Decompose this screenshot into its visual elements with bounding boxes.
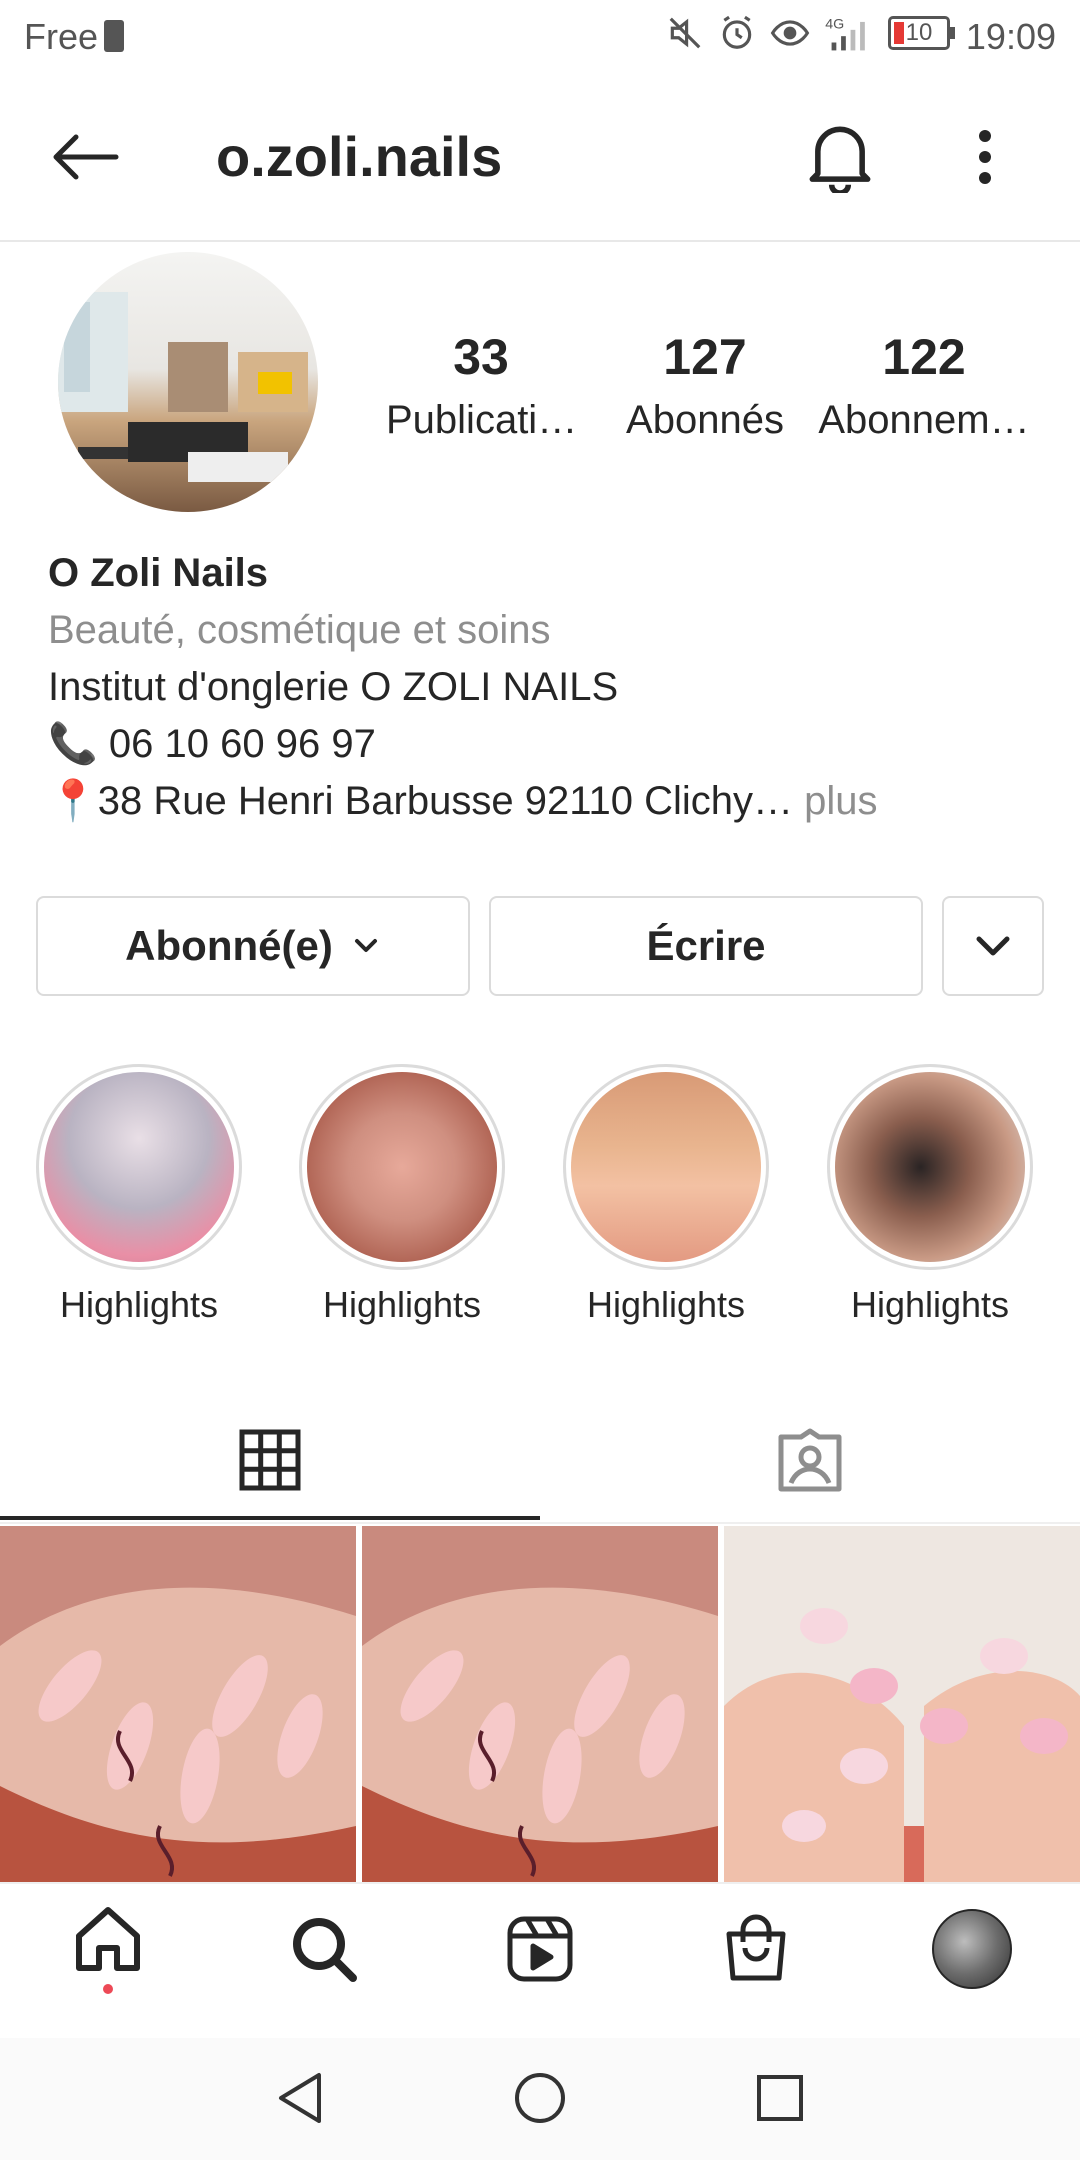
status-icons: 4G 10	[666, 14, 955, 52]
highlight-label: Highlights	[850, 1284, 1010, 1325]
suggested-accounts-button[interactable]	[942, 896, 1044, 996]
tab-tagged[interactable]	[540, 1400, 1080, 1520]
system-navigation-bar	[0, 2038, 1080, 2160]
story-highlight[interactable]: Highlights	[297, 1064, 507, 1326]
chevron-down-icon	[354, 939, 377, 952]
profile-tabs	[0, 1400, 1080, 1524]
triangle-back-icon	[279, 2073, 321, 2123]
bio-address: 📍38 Rue Henri Barbusse 92110 Clichy…	[48, 779, 793, 823]
nav-shop[interactable]	[698, 1884, 814, 2014]
posts-label: Publicati…	[386, 398, 576, 442]
bio-address-row: 📍38 Rue Henri Barbusse 92110 Clichy… plu…	[48, 773, 1048, 830]
story-highlight[interactable]: Highlights	[825, 1064, 1035, 1326]
chevron-down-icon	[976, 936, 1010, 956]
posts-count[interactable]: 33 Publicati…	[386, 328, 576, 443]
clock: 19:09	[965, 16, 1056, 57]
bottom-navigation	[0, 1882, 1080, 2040]
bio-line: Institut d'onglerie O ZOLI NAILS	[48, 665, 619, 709]
business-category: Beauté, cosmétique et soins	[48, 608, 551, 652]
system-recents-button[interactable]	[740, 2058, 820, 2138]
search-icon	[293, 1918, 357, 1982]
active-tab-indicator	[0, 1516, 540, 1520]
more-vertical-icon	[979, 130, 991, 184]
status-bar: Free 4G 10 19:09	[0, 0, 1080, 72]
post-thumbnail[interactable]	[724, 1526, 1080, 1882]
following-number: 122	[882, 329, 966, 385]
bio-more-link[interactable]: plus	[793, 779, 877, 823]
square-recents-icon	[757, 2075, 803, 2121]
highlight-thumbnail	[571, 1072, 761, 1262]
highlight-ring	[827, 1064, 1033, 1270]
message-button[interactable]: Écrire	[489, 896, 923, 996]
alarm-icon	[722, 15, 752, 49]
highlight-thumbnail	[44, 1072, 234, 1262]
mute-icon	[669, 17, 701, 49]
story-highlight[interactable]: Highlights	[561, 1064, 771, 1326]
post-thumbnail[interactable]	[362, 1526, 718, 1882]
system-home-button[interactable]	[500, 2058, 580, 2138]
shopping-bag-icon	[726, 1914, 786, 1981]
nav-search[interactable]	[266, 1884, 382, 2014]
highlight-label: Highlights	[322, 1284, 482, 1325]
profile-header: o.zoli.nails	[0, 72, 1080, 242]
sim-alert-icon	[104, 20, 124, 52]
following-button[interactable]: Abonné(e)	[36, 896, 470, 996]
nav-profile[interactable]	[914, 1884, 1030, 2014]
followers-count[interactable]: 127 Abonnés	[610, 328, 800, 443]
following-label: Abonnem…	[818, 398, 1030, 442]
svg-text:4G: 4G	[825, 16, 844, 32]
eye-comfort-icon	[770, 20, 810, 46]
bell-icon	[809, 126, 871, 193]
highlight-thumbnail	[307, 1072, 497, 1262]
salon-photo	[58, 292, 308, 482]
posts-number: 33	[453, 329, 509, 385]
following-button-label: Abonné(e)	[125, 922, 333, 969]
profile-avatar-icon	[932, 1909, 1012, 1989]
reels-icon	[507, 1916, 573, 1982]
highlight-ring	[36, 1064, 242, 1270]
highlight-ring	[563, 1064, 769, 1270]
back-button[interactable]	[40, 112, 130, 202]
nav-reels[interactable]	[482, 1884, 598, 2014]
profile-avatar[interactable]	[58, 252, 318, 512]
grid-icon	[239, 1429, 301, 1491]
story-highlight[interactable]: Highlights	[34, 1064, 244, 1326]
display-name: O Zoli Nails	[48, 551, 269, 595]
signal-icon: 4G	[825, 16, 865, 51]
battery-icon: 10	[888, 16, 955, 50]
highlight-label: Highlights	[59, 1284, 219, 1325]
post-thumbnail[interactable]	[0, 1526, 356, 1882]
more-options-button[interactable]	[950, 112, 1020, 202]
notifications-button[interactable]	[795, 112, 885, 202]
battery-level: 10	[905, 19, 933, 46]
tab-posts-grid[interactable]	[0, 1400, 540, 1520]
system-back-button[interactable]	[260, 2058, 340, 2138]
highlight-label: Highlights	[586, 1284, 746, 1325]
carrier-label: Free	[24, 16, 99, 57]
profile-bio: O Zoli Nails Beauté, cosmétique et soins…	[48, 545, 1048, 830]
circle-home-icon	[515, 2073, 565, 2123]
home-icon	[76, 1907, 140, 1971]
following-count[interactable]: 122 Abonnem…	[814, 328, 1034, 443]
profile-username: o.zoli.nails	[216, 125, 503, 188]
arrow-left-icon	[53, 134, 119, 180]
post-image	[362, 1526, 718, 1882]
activity-dot	[103, 1984, 113, 1994]
highlight-ring	[299, 1064, 505, 1270]
post-image	[724, 1526, 1080, 1882]
post-image	[0, 1526, 356, 1882]
highlight-thumbnail	[835, 1072, 1025, 1262]
followers-label: Abonnés	[626, 398, 784, 442]
followers-number: 127	[663, 329, 747, 385]
tagged-user-icon	[778, 1428, 842, 1492]
message-button-label: Écrire	[646, 922, 766, 969]
nav-home[interactable]	[50, 1884, 166, 2014]
bio-phone[interactable]: 📞 06 10 60 96 97	[48, 716, 1048, 773]
